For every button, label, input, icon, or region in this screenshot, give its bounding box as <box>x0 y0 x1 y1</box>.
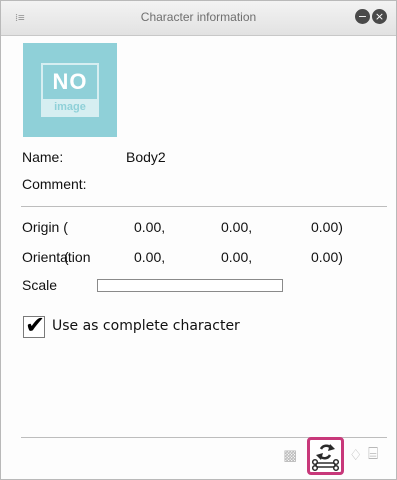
grid-icon[interactable]: ▩ <box>283 446 297 464</box>
orientation-paren: ( <box>64 249 69 265</box>
name-value: Body2 <box>126 149 166 165</box>
character-thumbnail: NO image <box>23 43 117 137</box>
comment-label: Comment: <box>22 176 87 192</box>
no-image-placeholder: NO image <box>41 63 99 117</box>
orientation-z-value[interactable]: 0.00) <box>311 249 343 265</box>
orientation-x-value[interactable]: 0.00, <box>134 249 165 265</box>
orientation-y-value[interactable]: 0.00, <box>221 249 252 265</box>
divider <box>21 206 387 207</box>
checkmark-icon: ✔ <box>25 311 46 339</box>
scale-label: Scale <box>22 277 58 293</box>
orientation-label: Orientation <box>22 249 91 265</box>
stand-icon[interactable]: ⌸ <box>368 444 378 464</box>
origin-y-value[interactable]: 0.00, <box>221 219 252 235</box>
no-image-subtext: image <box>43 99 97 115</box>
panel-title: Character information <box>140 10 257 24</box>
no-image-text: NO <box>52 69 88 94</box>
minimize-button[interactable]: − <box>355 9 370 24</box>
character-information-panel: ⁞≡ Character information − × NO image Na… <box>0 0 397 480</box>
use-as-complete-character-checkbox[interactable]: ✔ <box>23 311 45 339</box>
close-button[interactable]: × <box>372 9 387 24</box>
refresh-bone-button[interactable] <box>307 437 344 475</box>
refresh-bone-icon <box>311 444 340 472</box>
title-bar[interactable]: ⁞≡ Character information − × <box>1 1 396 36</box>
origin-z-value[interactable]: 0.00) <box>311 219 343 235</box>
origin-label: Origin ( <box>22 219 68 235</box>
scale-slider[interactable] <box>97 279 283 292</box>
origin-x-value[interactable]: 0.00, <box>134 219 165 235</box>
name-label: Name: <box>22 149 64 165</box>
use-as-complete-character-label[interactable]: Use as complete character <box>52 318 240 334</box>
pen-icon[interactable]: ♢ <box>349 446 362 464</box>
